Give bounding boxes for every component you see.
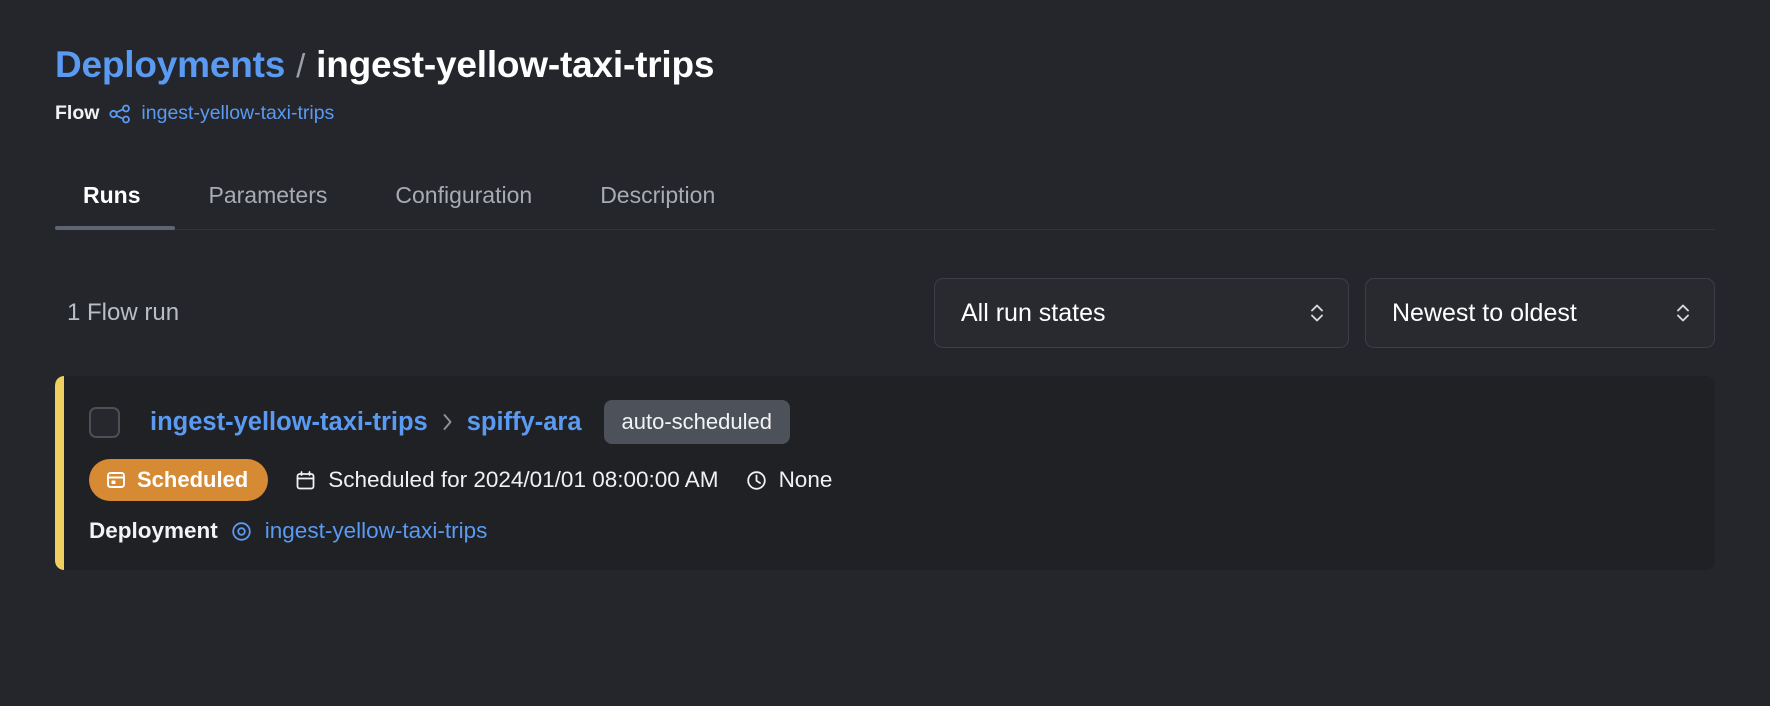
flow-name-link[interactable]: ingest-yellow-taxi-trips bbox=[141, 102, 334, 125]
flow-run-deployment-row: Deployment ingest-yellow-taxi-trips bbox=[89, 518, 1715, 544]
breadcrumb-separator: / bbox=[296, 47, 306, 84]
tab-bar: Runs Parameters Configuration Descriptio… bbox=[55, 167, 1715, 230]
chevron-up-down-icon-sort bbox=[1674, 298, 1692, 328]
flow-run-state-accent-bar bbox=[55, 376, 64, 570]
flow-run-select-checkbox[interactable] bbox=[89, 406, 120, 438]
scheduled-time-text: Scheduled for 2024/01/01 08:00:00 AM bbox=[328, 467, 719, 492]
flow-label: Flow bbox=[55, 102, 100, 124]
deployment-label: Deployment bbox=[89, 518, 218, 543]
scheduled-time-meta: Scheduled for 2024/01/01 08:00:00 AM bbox=[294, 467, 719, 493]
tab-runs[interactable]: Runs bbox=[55, 182, 175, 230]
status-badge[interactable]: Scheduled bbox=[89, 459, 269, 501]
filter-bar: 1 Flow run All run states Newest to olde… bbox=[55, 278, 1715, 348]
chevron-up-down-icon bbox=[1308, 298, 1326, 328]
duration-text: None bbox=[778, 467, 833, 492]
flow-run-card[interactable]: ingest-yellow-taxi-trips spiffy-ara auto… bbox=[55, 376, 1715, 570]
flow-run-card-body: ingest-yellow-taxi-trips spiffy-ara auto… bbox=[55, 400, 1715, 544]
tab-parameters[interactable]: Parameters bbox=[175, 182, 362, 229]
breadcrumb: Deployments / ingest-yellow-taxi-trips bbox=[55, 0, 1715, 86]
flow-subtitle: Flow ingest-yellow-taxi-trips bbox=[55, 102, 1715, 125]
flow-run-tag[interactable]: auto-scheduled bbox=[603, 400, 790, 444]
status-badge-label: Scheduled bbox=[137, 467, 249, 492]
deployment-name-link[interactable]: ingest-yellow-taxi-trips bbox=[265, 518, 488, 544]
page-title: ingest-yellow-taxi-trips bbox=[316, 44, 715, 85]
flow-run-count: 1 Flow run bbox=[67, 299, 180, 326]
clock-icon bbox=[745, 469, 768, 492]
flow-graph-icon bbox=[108, 104, 132, 124]
tab-description[interactable]: Description bbox=[566, 182, 749, 229]
run-state-filter-value: All run states bbox=[961, 298, 1106, 327]
calendar-icon bbox=[294, 469, 317, 492]
flow-run-title-row: ingest-yellow-taxi-trips spiffy-ara auto… bbox=[89, 400, 1715, 444]
breadcrumb-deployments-link[interactable]: Deployments bbox=[55, 44, 285, 86]
scheduled-icon bbox=[105, 469, 127, 491]
run-sort-value: Newest to oldest bbox=[1392, 298, 1577, 327]
chevron-right-icon bbox=[441, 411, 454, 433]
flow-run-name-link[interactable]: spiffy-ara bbox=[467, 408, 582, 437]
deployment-detail-page: Deployments / ingest-yellow-taxi-trips F… bbox=[0, 0, 1770, 706]
flow-run-meta-row: Scheduled Scheduled for 2024/01/01 08:00… bbox=[89, 459, 1715, 501]
map-pin-icon bbox=[230, 520, 253, 543]
tab-configuration[interactable]: Configuration bbox=[361, 182, 566, 229]
run-sort-select[interactable]: Newest to oldest bbox=[1365, 278, 1715, 348]
duration-meta: None bbox=[745, 467, 833, 493]
run-state-filter-select[interactable]: All run states bbox=[934, 278, 1349, 348]
flow-run-flow-link[interactable]: ingest-yellow-taxi-trips bbox=[150, 408, 428, 437]
